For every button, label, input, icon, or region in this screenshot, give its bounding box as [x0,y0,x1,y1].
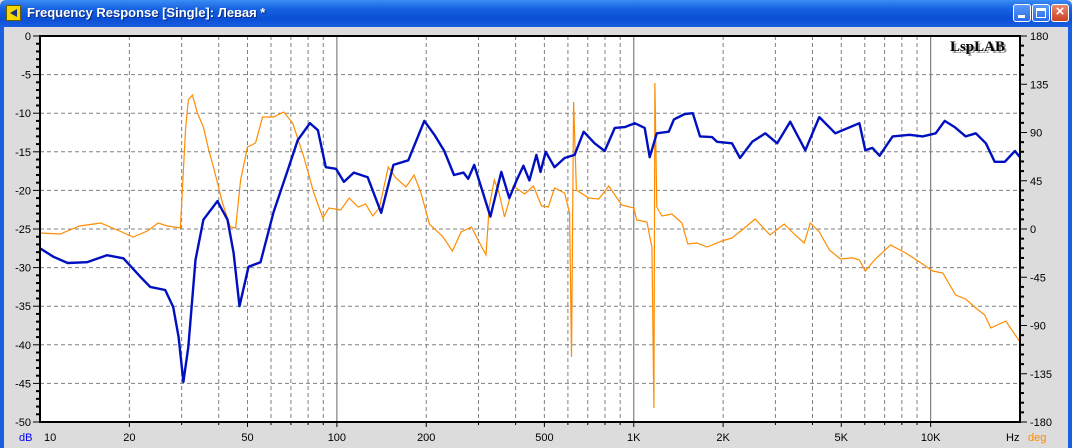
y-tick-label: -40 [15,340,31,352]
x-tick-label: 2K [716,432,730,444]
lsplab-logo: LspLAB [950,39,1005,55]
y2-tick-label: 0 [1030,224,1036,236]
y2-tick-label: -180 [1030,417,1052,429]
x-tick-label: 200 [417,432,435,444]
x-tick-label: 10K [921,432,941,444]
hz-unit-label: Hz [1006,432,1019,444]
y-tick-label: -30 [15,263,31,275]
y-tick-label: -45 [15,378,31,390]
x-tick-label: 500 [535,432,553,444]
y2-tick-label: -90 [1030,321,1046,333]
y-tick-label: -25 [15,224,31,236]
y2-tick-label: -135 [1030,369,1052,381]
frequency-response-chart: 10 20 50 100 200 500 1K 2K 5K 10K 0 -5 -10 -15 -20 -25 -… [15,31,1052,444]
y-tick-label: -10 [15,108,31,120]
x-tick-label: 100 [328,432,346,444]
y2-tick-label: 45 [1030,176,1042,188]
y-tick-label: -20 [15,185,31,197]
deg-unit-label: deg [1028,432,1046,444]
x-tick-label: 1K [627,432,641,444]
y-tick-label: -5 [21,70,31,82]
y2-tick-label: -45 [1030,272,1046,284]
x-tick-label: 5K [835,432,849,444]
y-tick-label: -15 [15,147,31,159]
x-tick-label: 20 [123,432,135,444]
db-unit-label: dB [19,432,32,444]
y-tick-label: -35 [15,301,31,313]
y2-tick-label: 90 [1030,128,1042,140]
y2-tick-label: 135 [1030,79,1048,91]
y-tick-label: -50 [15,417,31,429]
y-tick-label: 0 [25,31,31,43]
y2-tick-label: 180 [1030,31,1048,43]
x-tick-label: 50 [241,432,253,444]
x-tick-label: 10 [44,432,56,444]
